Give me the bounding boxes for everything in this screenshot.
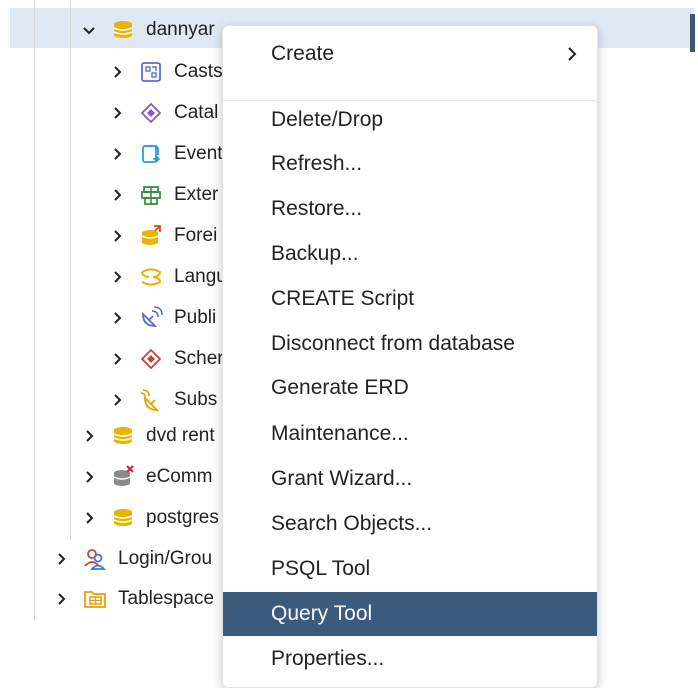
tree-item-label: postgres bbox=[146, 507, 219, 528]
tree-item-label: eComm bbox=[146, 466, 213, 487]
tree-item-label: Tablespace bbox=[118, 588, 215, 609]
tree-item-database-dannyar[interactable]: dannyar bbox=[80, 10, 215, 50]
tree-item-label: Exter bbox=[174, 184, 219, 205]
menu-item-label: Refresh... bbox=[271, 152, 363, 175]
chevron-right-icon[interactable] bbox=[52, 550, 70, 568]
chevron-right-icon[interactable] bbox=[108, 268, 126, 286]
chevron-right-icon bbox=[565, 44, 579, 64]
menu-item-label: Query Tool bbox=[271, 602, 373, 625]
tree-item-label: Langu bbox=[174, 266, 227, 287]
foreign-data-wrapper-icon bbox=[138, 223, 164, 249]
database-disconnected-icon bbox=[110, 464, 136, 490]
tree-item-label: Subs bbox=[174, 389, 218, 410]
tree-item-casts[interactable]: Casts bbox=[108, 52, 223, 92]
tree-item-label: Forei bbox=[174, 225, 218, 246]
tree-item-label: dannyar bbox=[146, 19, 215, 40]
tree-guide-line bbox=[34, 0, 35, 620]
menu-item-label: Restore... bbox=[271, 197, 363, 220]
menu-item-query-tool[interactable]: Query Tool bbox=[223, 592, 597, 636]
tree-item-database-dvd-rental[interactable]: dvd rent bbox=[80, 416, 215, 456]
menu-item-restore[interactable]: Restore... bbox=[223, 187, 597, 231]
chevron-right-icon[interactable] bbox=[108, 227, 126, 245]
tree-item-event-triggers[interactable]: Event bbox=[108, 134, 223, 174]
menu-item-label: Create bbox=[271, 42, 335, 65]
menu-item-label: Disconnect from database bbox=[271, 332, 515, 355]
menu-item-delete-drop[interactable]: Delete/Drop bbox=[223, 98, 597, 142]
menu-item-label: Delete/Drop bbox=[271, 108, 384, 131]
menu-item-disconnect[interactable]: Disconnect from database bbox=[223, 322, 597, 366]
menu-item-create[interactable]: Create bbox=[223, 32, 597, 76]
menu-item-label: Grant Wizard... bbox=[271, 467, 413, 490]
panel-edge bbox=[690, 14, 695, 52]
tree-item-label: Event bbox=[174, 143, 223, 164]
schema-icon bbox=[138, 346, 164, 372]
chevron-right-icon[interactable] bbox=[80, 468, 98, 486]
database-icon bbox=[110, 423, 136, 449]
menu-item-label: Generate ERD bbox=[271, 376, 409, 399]
chevron-right-icon[interactable] bbox=[108, 104, 126, 122]
tree-item-label: Casts bbox=[174, 61, 223, 82]
menu-item-refresh[interactable]: Refresh... bbox=[223, 142, 597, 186]
tree-item-label: Scher bbox=[174, 348, 224, 369]
database-icon bbox=[110, 17, 136, 43]
context-menu: Create Delete/Drop Refresh... Restore...… bbox=[222, 25, 598, 688]
chevron-right-icon[interactable] bbox=[80, 427, 98, 445]
login-roles-icon bbox=[82, 546, 108, 572]
menu-item-create-script[interactable]: CREATE Script bbox=[223, 277, 597, 321]
tree-item-publications[interactable]: Publi bbox=[108, 298, 216, 338]
chevron-right-icon[interactable] bbox=[108, 309, 126, 327]
tree-item-login-group-roles[interactable]: Login/Grou bbox=[52, 539, 212, 579]
menu-item-label: PSQL Tool bbox=[271, 557, 371, 580]
tablespace-icon bbox=[82, 586, 108, 612]
menu-item-label: Properties... bbox=[271, 647, 385, 670]
tree-item-catalogs[interactable]: Catal bbox=[108, 93, 218, 133]
menu-item-maintenance[interactable]: Maintenance... bbox=[223, 412, 597, 456]
publication-icon bbox=[138, 305, 164, 331]
tree-item-subscriptions[interactable]: Subs bbox=[108, 380, 217, 420]
chevron-down-icon[interactable] bbox=[80, 21, 98, 39]
database-icon bbox=[110, 505, 136, 531]
tree-item-extensions[interactable]: Exter bbox=[108, 175, 218, 215]
chevron-right-icon[interactable] bbox=[108, 350, 126, 368]
menu-item-psql-tool[interactable]: PSQL Tool bbox=[223, 547, 597, 591]
chevron-right-icon[interactable] bbox=[52, 590, 70, 608]
menu-item-label: Search Objects... bbox=[271, 512, 433, 535]
chevron-right-icon[interactable] bbox=[108, 391, 126, 409]
tree-item-label: Login/Grou bbox=[118, 548, 213, 569]
chevron-right-icon[interactable] bbox=[108, 63, 126, 81]
chevron-right-icon[interactable] bbox=[80, 509, 98, 527]
menu-item-label: Maintenance... bbox=[271, 422, 409, 445]
extension-icon bbox=[138, 182, 164, 208]
tree-item-database-postgres[interactable]: postgres bbox=[80, 498, 219, 538]
tree-item-foreign-data-wrappers[interactable]: Forei bbox=[108, 216, 217, 256]
menu-item-label: Backup... bbox=[271, 242, 359, 265]
chevron-right-icon[interactable] bbox=[108, 186, 126, 204]
menu-item-grant-wizard[interactable]: Grant Wizard... bbox=[223, 457, 597, 501]
chevron-right-icon[interactable] bbox=[108, 145, 126, 163]
tree-guide-line bbox=[70, 0, 71, 540]
tree-item-database-ecommerce[interactable]: eComm bbox=[80, 457, 213, 497]
tree-item-schemas[interactable]: Scher bbox=[108, 339, 224, 379]
menu-item-properties[interactable]: Properties... bbox=[223, 637, 597, 681]
tree-item-label: Publi bbox=[174, 307, 217, 328]
menu-item-label: CREATE Script bbox=[271, 287, 415, 310]
tree-item-label: dvd rent bbox=[146, 425, 215, 446]
tree-item-label: Catal bbox=[174, 102, 219, 123]
menu-item-generate-erd[interactable]: Generate ERD bbox=[223, 366, 597, 410]
tree-item-tablespaces[interactable]: Tablespace bbox=[52, 579, 214, 619]
menu-item-search-objects[interactable]: Search Objects... bbox=[223, 502, 597, 546]
language-icon bbox=[138, 264, 164, 290]
menu-item-backup[interactable]: Backup... bbox=[223, 232, 597, 276]
cast-icon bbox=[138, 59, 164, 85]
catalog-icon bbox=[138, 100, 164, 126]
tree-item-languages[interactable]: Langu bbox=[108, 257, 227, 297]
event-trigger-icon bbox=[138, 141, 164, 167]
subscription-icon bbox=[138, 387, 164, 413]
